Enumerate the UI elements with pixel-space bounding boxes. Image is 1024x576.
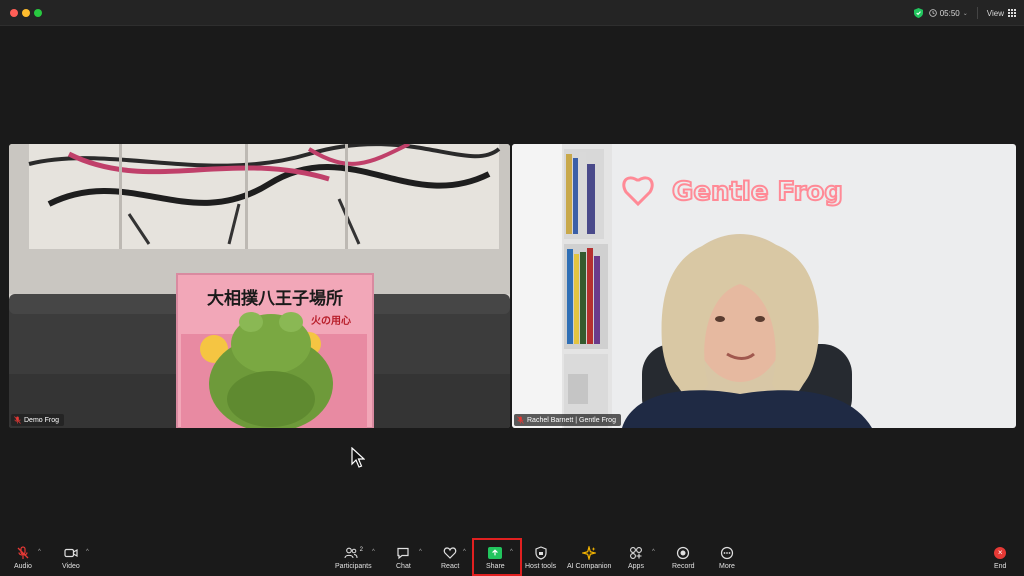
ai-companion-label: AI Companion [567, 563, 612, 570]
end-label: End [994, 563, 1007, 570]
more-icon [720, 546, 734, 560]
view-button[interactable]: View [987, 9, 1016, 18]
react-label: React [441, 563, 460, 570]
close-icon: × [994, 547, 1007, 559]
mic-muted-icon [17, 546, 29, 559]
chat-options-caret[interactable]: ^ [419, 549, 422, 555]
window-close-button[interactable] [10, 9, 18, 17]
heart-icon [443, 547, 457, 559]
more-label: More [719, 563, 735, 570]
participant-name-tag: Demo Frog [11, 414, 65, 426]
audio-options-caret[interactable]: ^ [38, 549, 41, 555]
apps-button[interactable]: Apps [628, 546, 644, 570]
chat-icon [397, 547, 409, 560]
chat-button[interactable]: Chat [396, 546, 411, 570]
window-minimize-button[interactable] [22, 9, 30, 17]
grid-icon [1008, 9, 1016, 17]
apps-options-caret[interactable]: ^ [652, 549, 655, 555]
video-tile-demo-frog[interactable]: 大相撲八王子場所 火の用心 Demo Frog [9, 144, 510, 428]
title-bar: 05:50 ⌄ View [0, 0, 1024, 26]
participants-icon [344, 547, 358, 559]
book-title-text: 大相撲八王子場所 [207, 288, 343, 309]
record-label: Record [672, 563, 695, 570]
participants-label: Participants [335, 563, 372, 570]
video-feed-rachel-barnett: Gentle Frog [512, 144, 1016, 428]
more-button[interactable]: More [719, 546, 735, 570]
video-camera-icon [64, 548, 78, 558]
shield-lock-icon [534, 546, 547, 560]
participants-button[interactable]: 2 Participants [335, 546, 372, 570]
audio-button[interactable]: Audio [14, 546, 32, 570]
participant-name: Rachel Barnett | Gentle Frog [527, 416, 616, 424]
audio-label: Audio [14, 563, 32, 570]
divider [976, 7, 978, 19]
view-label: View [986, 8, 1004, 18]
participant-name: Demo Frog [24, 416, 60, 424]
video-feed-demo-frog: 大相撲八王子場所 火の用心 [9, 144, 510, 428]
record-icon [677, 546, 690, 560]
video-tile-rachel-barnett[interactable]: Gentle Frog Rachel Barnett | Gentle Frog [512, 144, 1016, 428]
book-subtitle-text: 火の用心 [311, 315, 351, 327]
chevron-down-icon: ⌄ [962, 10, 968, 17]
video-options-caret[interactable]: ^ [86, 549, 89, 555]
window-maximize-button[interactable] [34, 9, 42, 17]
video-button[interactable]: Video [62, 546, 80, 570]
apps-icon [630, 547, 642, 559]
meeting-timer[interactable]: 05:50 ⌄ [928, 8, 968, 18]
participant-count: 2 [359, 547, 363, 553]
video-label: Video [62, 563, 80, 570]
chat-label: Chat [396, 563, 411, 570]
react-button[interactable]: React [441, 546, 459, 570]
host-tools-button[interactable]: Host tools [525, 546, 556, 570]
sparkle-icon [582, 546, 597, 560]
participants-options-caret[interactable]: ^ [372, 549, 375, 555]
record-button[interactable]: Record [672, 546, 695, 570]
sign-text: Gentle Frog [672, 177, 843, 207]
shield-icon[interactable] [913, 8, 923, 18]
react-options-caret[interactable]: ^ [463, 549, 466, 555]
share-highlight-box [472, 538, 522, 576]
end-button[interactable]: × End [994, 546, 1006, 570]
apps-label: Apps [628, 563, 644, 570]
mic-muted-icon [14, 416, 21, 424]
participant-name-tag: Rachel Barnett | Gentle Frog [514, 414, 621, 426]
mouse-cursor-icon [351, 447, 365, 468]
timer-text: 05:50 [939, 8, 960, 18]
ai-companion-button[interactable]: AI Companion [567, 546, 611, 570]
host-tools-label: Host tools [525, 563, 557, 570]
clock-icon [928, 9, 937, 17]
mic-muted-icon [517, 416, 524, 424]
